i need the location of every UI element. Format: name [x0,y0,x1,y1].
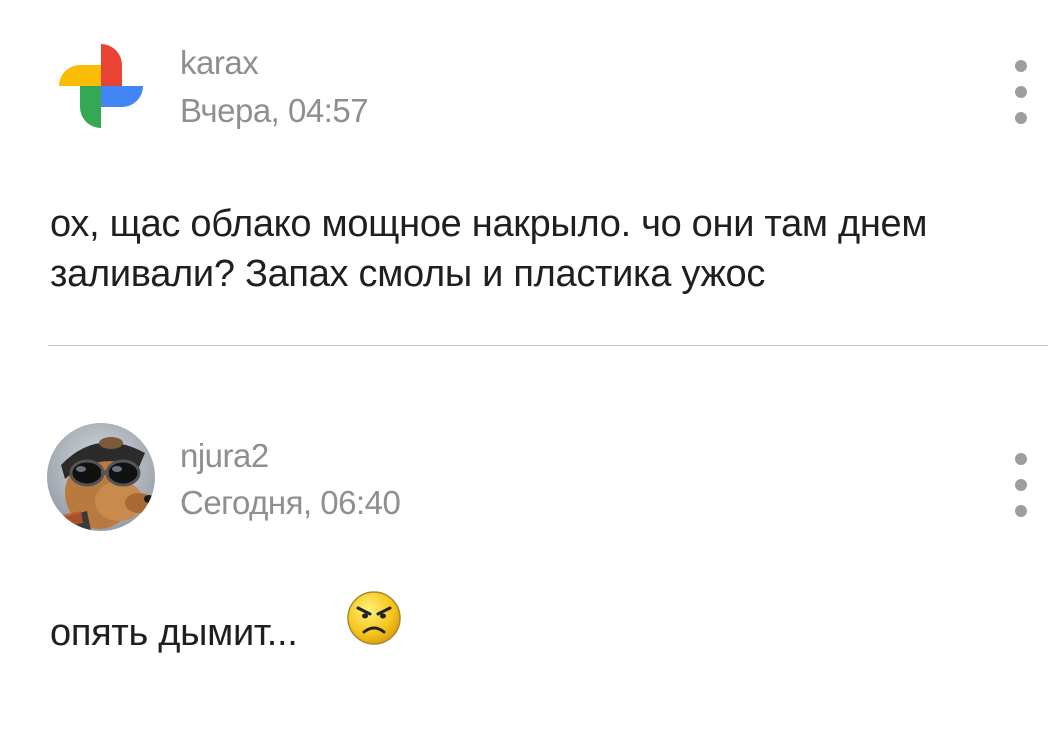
avatar[interactable] [47,423,155,531]
more-options-button[interactable] [1006,453,1036,517]
avatar[interactable] [47,32,155,140]
author-name[interactable]: karax [180,44,259,82]
comment-item: karax Вчера, 04:57 ох, щас облако мощное… [0,0,1048,345]
more-vert-icon [1015,60,1027,72]
more-vert-icon [1015,453,1027,465]
more-options-button[interactable] [1006,60,1036,124]
more-vert-icon-dot [1015,86,1027,98]
angry-face-emoji [347,591,401,645]
comment-time: Сегодня, 06:40 [180,484,401,521]
google-photos-pinwheel-icon [47,32,155,140]
more-vert-icon-dot [1015,112,1027,124]
more-vert-icon-dot [1015,479,1027,491]
author-name[interactable]: njura2 [180,437,269,475]
more-vert-icon-dot [1015,505,1027,517]
comment-text: ох, щас облако мощное накрыло. чо они та… [50,203,928,295]
comment-text-content: опять дымит... [50,612,298,654]
comment-item: njura2 Сегодня, 06:40 опять дымит... [0,346,1048,741]
comment-text: опять дымит... [50,608,1040,658]
dog-with-goggles-photo [47,423,155,531]
comment-time: Вчера, 04:57 [180,92,369,129]
